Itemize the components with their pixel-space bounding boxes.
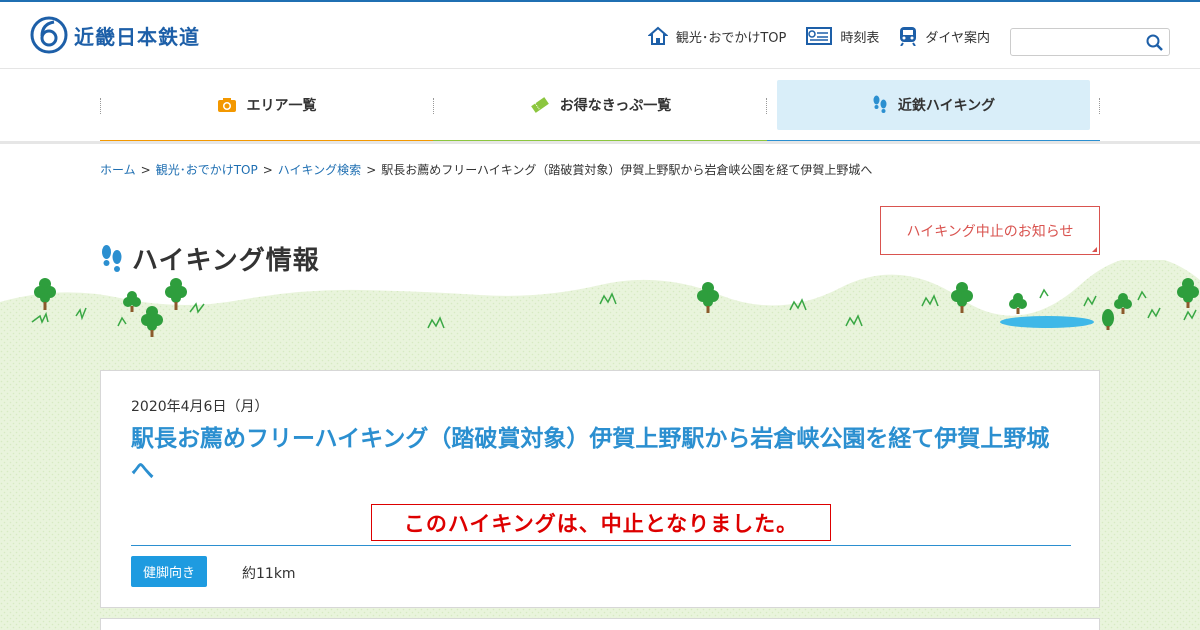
nav-tab-area-list[interactable]: エリア一覧 [100,80,433,130]
search-box [1010,28,1170,56]
nav-tab-label: 近鉄ハイキング [897,98,996,114]
nav-tab-ticket-list[interactable]: お得なきっぷ一覧 [434,80,767,130]
event-distance: 約11km [242,566,296,582]
camera-icon [217,98,236,112]
page-title-text: ハイキング情報 [132,246,320,276]
breadcrumb-link-hiking-search[interactable]: ハイキング検索 [278,163,361,177]
corner-arrow-icon [1092,247,1097,252]
site-header: 近畿日本鉄道 観光･おでかけTOP 時刻表 ダイヤ案内 [0,2,1200,69]
page-title: ハイキング情報 [100,240,320,277]
util-link-timetable[interactable]: 時刻表 [806,27,879,46]
utility-nav: 観光･おでかけTOP 時刻表 ダイヤ案内 [628,26,990,46]
train-icon [900,27,917,46]
cancellation-notice: このハイキングは、中止となりました。 [371,504,831,541]
timetable-icon [806,27,833,45]
event-date: 2020年4月6日（月） [131,399,269,415]
logo-text: 近畿日本鉄道 [74,24,200,49]
util-link-label: 観光･おでかけTOP [675,30,787,46]
breadcrumb: ホーム > 観光･おでかけTOP > ハイキング検索 > 駅長お薦めフリーハイキング（踏破賞… [100,163,873,177]
util-link-tourism-top[interactable]: 観光･おでかけTOP [647,26,787,46]
kintetsu-logo-icon [30,16,68,54]
util-link-label: ダイヤ案内 [925,30,990,46]
hiking-cancellation-notice-button[interactable]: ハイキング中止のお知らせ [880,206,1100,255]
search-input[interactable] [1011,29,1141,55]
nav-separator [766,98,767,114]
difficulty-tag: 健脚向き [131,556,207,587]
search-icon[interactable] [1145,33,1165,53]
breadcrumb-current: 駅長お薦めフリーハイキング（踏破賞対象）伊賀上野駅から岩倉峡公園を経て伊賀上野城… [381,163,873,177]
house-icon [647,26,668,45]
site-logo[interactable]: 近畿日本鉄道 [30,16,200,54]
ticket-icon [530,97,549,113]
nav-tab-hiking[interactable]: 近鉄ハイキング [777,80,1090,130]
breadcrumb-link-tourism-top[interactable]: 観光･おでかけTOP [156,163,258,177]
util-link-diagram[interactable]: ダイヤ案内 [899,26,990,46]
nav-tab-label: お得なきっぷ一覧 [559,98,672,114]
notice-button-label: ハイキング中止のお知らせ [906,223,1074,240]
breadcrumb-link-home[interactable]: ホーム [100,163,136,177]
footprints-icon [873,95,887,113]
nav-tab-label: エリア一覧 [246,98,317,114]
util-link-label: 時刻表 [840,30,880,46]
main-nav: エリア一覧 お得なきっぷ一覧 近鉄ハイキング [100,80,1100,144]
nav-bottom-border [0,141,1200,144]
hiking-event-card: 2020年4月6日（月） 駅長お薦めフリーハイキング（踏破賞対象）伊賀上野駅から… [100,370,1100,608]
footprints-icon [102,244,122,272]
next-card [100,618,1100,630]
nav-separator [1099,98,1100,114]
